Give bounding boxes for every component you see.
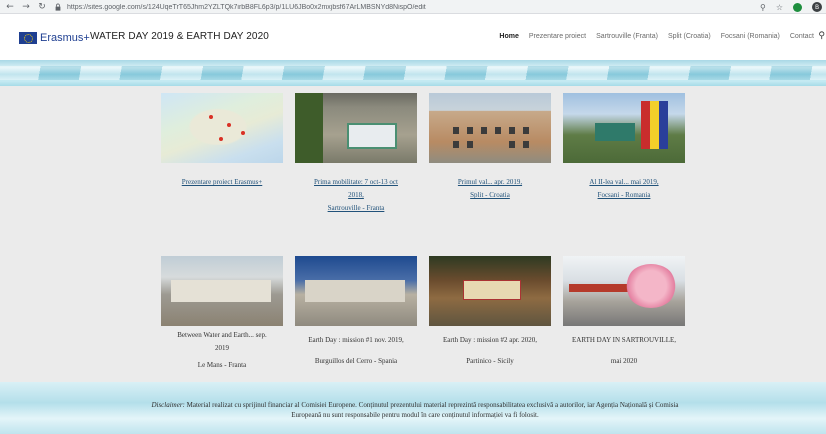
card-caption: Earth Day : mission #2 apr. 2020, Partin… <box>429 334 551 368</box>
card-link[interactable]: Split - Croatia <box>470 191 510 199</box>
gallery-section: Prezentare proiect Erasmus+ Prima mobili… <box>0 86 826 382</box>
erasmus-logo[interactable]: Erasmus+ <box>19 32 90 44</box>
card-caption: Primul val... apr. 2019, Split - Croatia <box>429 176 551 202</box>
site-title[interactable]: WATER DAY 2019 & EARTH DAY 2020 <box>90 31 269 42</box>
profile-avatar[interactable]: B <box>812 2 822 12</box>
school-sign-image[interactable] <box>295 93 417 163</box>
burguillos-school-image[interactable] <box>295 256 417 326</box>
disclaimer-body: Material realizat cu sprijinul financiar… <box>184 401 679 419</box>
map-pin-icon <box>241 131 245 135</box>
caption-line: 2019 <box>215 344 229 352</box>
disclaimer-label: Disclaimer: <box>151 401 185 409</box>
lock-icon <box>55 3 61 11</box>
browser-actions: ⚲ ☆ B <box>760 0 822 14</box>
caption-line: Partinico - Sicily <box>466 357 514 365</box>
card-split[interactable]: Primul val... apr. 2019, Split - Croatia <box>429 93 551 202</box>
card-caption: Between Water and Earth... sep. 2019 Le … <box>161 329 283 372</box>
caption-line: Le Mans - Franta <box>197 361 247 369</box>
site-header: Erasmus+ WATER DAY 2019 & EARTH DAY 2020… <box>0 15 826 60</box>
card-focsani[interactable]: Al II-lea val... mai 2019, Focsani - Rom… <box>563 93 685 202</box>
nav-item-contact[interactable]: Contact <box>790 33 814 40</box>
nav-item-focsani[interactable]: Focsani (Romania) <box>721 33 780 40</box>
sartrouville-blossom-image[interactable] <box>563 256 685 326</box>
caption-line: Burguillos del Cerro - Spania <box>314 357 398 365</box>
nav-item-home[interactable]: Home <box>499 33 518 40</box>
card-sartrouville[interactable]: Prima mobilitate: 7 oct-13 oct 2018, Sar… <box>295 93 417 215</box>
card-prezentare[interactable]: Prezentare proiect Erasmus+ <box>161 93 283 189</box>
focsani-school-image[interactable] <box>563 93 685 163</box>
map-pin-icon <box>209 115 213 119</box>
split-school-image[interactable] <box>429 93 551 163</box>
card-link[interactable]: Primul val... apr. 2019, <box>458 178 522 186</box>
address-bar[interactable]: https://sites.google.com/s/124UqeTrT65Jh… <box>54 1 734 13</box>
extension-shield-icon[interactable] <box>793 2 802 12</box>
nav-item-split[interactable]: Split (Croatia) <box>668 33 711 40</box>
le-mans-school-image[interactable] <box>161 256 283 326</box>
eu-flag-icon <box>19 32 37 44</box>
brand-name: Erasmus+ <box>40 32 90 44</box>
top-navigation: Home Prezentare proiect Sartrouville (Fr… <box>499 33 814 40</box>
back-icon[interactable]: ← <box>4 0 16 14</box>
bookmark-star-icon[interactable]: ☆ <box>776 3 783 12</box>
card-caption: EARTH DAY IN SARTROUVILLE, mai 2020 <box>563 334 685 368</box>
disclaimer-text: Disclaimer: Material realizat cu sprijin… <box>150 400 680 420</box>
card-partinico[interactable]: Earth Day : mission #2 apr. 2020, Partin… <box>429 256 551 368</box>
card-link[interactable]: Prima mobilitate: 7 oct-13 oct <box>314 178 398 186</box>
card-link[interactable]: Sartrouville - Franta <box>328 204 385 212</box>
caption-line: mai 2020 <box>610 357 638 365</box>
caption-line: Earth Day : mission #1 nov. 2019, <box>308 336 404 344</box>
water-banner <box>0 60 826 86</box>
browser-toolbar: ← → ↻ https://sites.google.com/s/124UqeT… <box>0 0 826 14</box>
card-link[interactable]: Al II-lea val... mai 2019, <box>589 178 658 186</box>
card-caption: Al II-lea val... mai 2019, Focsani - Rom… <box>563 176 685 202</box>
map-pin-icon <box>227 123 231 127</box>
caption-line: EARTH DAY IN SARTROUVILLE, <box>571 336 677 344</box>
partinico-school-image[interactable] <box>429 256 551 326</box>
card-caption: Prezentare proiect Erasmus+ <box>161 176 283 189</box>
europe-map-image[interactable] <box>161 93 283 163</box>
disclaimer-footer: Disclaimer: Material realizat cu sprijin… <box>0 382 826 434</box>
forward-icon[interactable]: → <box>20 0 32 14</box>
card-caption: Prima mobilitate: 7 oct-13 oct 2018, Sar… <box>295 176 417 215</box>
card-link[interactable]: Prezentare proiect Erasmus+ <box>182 178 263 186</box>
card-caption: Earth Day : mission #1 nov. 2019, Burgui… <box>295 334 417 368</box>
card-le-mans[interactable]: Between Water and Earth... sep. 2019 Le … <box>161 256 283 372</box>
card-earth-day-sartrouville[interactable]: EARTH DAY IN SARTROUVILLE, mai 2020 <box>563 256 685 368</box>
caption-line: Earth Day : mission #2 apr. 2020, <box>442 336 538 344</box>
url-text: https://sites.google.com/s/124UqeTrT65Jh… <box>67 3 426 11</box>
nav-item-sartrouville[interactable]: Sartrouville (Franta) <box>596 33 658 40</box>
map-pin-icon <box>219 137 223 141</box>
card-link[interactable]: Focsani - Romania <box>598 191 651 199</box>
caption-line: Between Water and Earth... sep. <box>177 331 267 339</box>
reload-icon[interactable]: ↻ <box>36 0 48 14</box>
card-link[interactable]: 2018, <box>348 191 364 199</box>
search-icon[interactable]: ⚲ <box>818 31 825 41</box>
card-burguillos[interactable]: Earth Day : mission #1 nov. 2019, Burgui… <box>295 256 417 368</box>
nav-item-prezentare[interactable]: Prezentare proiect <box>529 33 586 40</box>
zoom-icon[interactable]: ⚲ <box>760 3 766 12</box>
